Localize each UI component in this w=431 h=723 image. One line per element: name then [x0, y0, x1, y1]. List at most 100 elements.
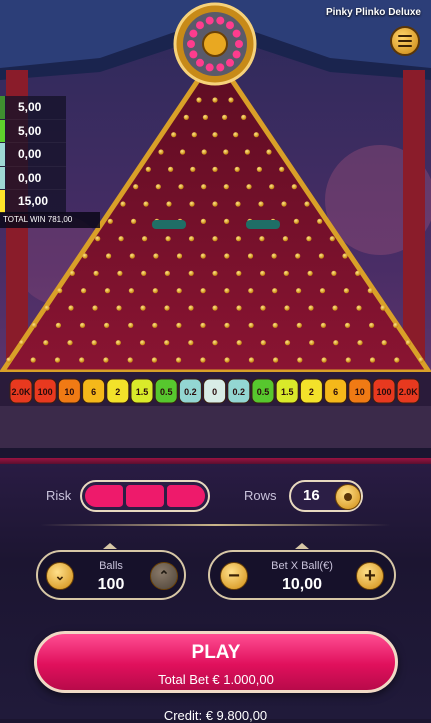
rows-selector[interactable]: 16 — [289, 480, 363, 512]
peg — [223, 184, 229, 190]
play-button[interactable]: PLAY Total Bet € 1.000,00 — [34, 631, 398, 693]
peg — [176, 357, 182, 363]
history-color-bar — [0, 190, 5, 213]
peg — [253, 132, 259, 138]
peg — [224, 218, 230, 224]
peg — [345, 357, 351, 363]
peg — [224, 253, 230, 259]
ball — [235, 40, 243, 48]
peg — [321, 357, 327, 363]
bet-decrease-button[interactable]: − — [220, 562, 248, 590]
peg — [394, 357, 400, 363]
ball — [187, 40, 195, 48]
panel-top-border — [0, 458, 431, 464]
bet-control: Bet X Ball(€) 10,00 − + — [208, 550, 396, 600]
peg — [271, 253, 277, 259]
peg — [141, 270, 147, 276]
peg — [129, 253, 135, 259]
peg — [272, 322, 278, 328]
chevron-down-icon: ⌄ — [54, 568, 66, 583]
peg — [273, 357, 279, 363]
peg — [380, 305, 386, 311]
dispenser-hub — [202, 31, 228, 57]
peg — [158, 149, 164, 155]
peg — [236, 340, 242, 346]
total-win-label: TOTAL WIN — [3, 215, 46, 224]
rows-dial-icon[interactable] — [335, 484, 361, 510]
peg — [67, 340, 73, 346]
peg — [82, 253, 88, 259]
peg — [202, 114, 208, 120]
history-color-bar — [0, 96, 5, 119]
peg — [81, 288, 87, 294]
peg — [176, 253, 183, 259]
peg — [282, 236, 288, 242]
total-bet: Total Bet € 1.000,00 — [158, 672, 274, 687]
peg — [104, 288, 111, 294]
peg — [248, 288, 254, 294]
peg — [291, 184, 297, 190]
peg — [133, 184, 139, 190]
balls-decrease-button[interactable]: ⌄ — [46, 562, 74, 590]
peg — [142, 236, 148, 242]
peg — [296, 322, 302, 328]
peg — [256, 166, 262, 172]
menu-button[interactable] — [390, 26, 420, 56]
peg — [222, 114, 228, 120]
peg — [106, 253, 112, 259]
risk-low-segment[interactable] — [85, 485, 123, 507]
ball — [189, 29, 198, 38]
peg — [30, 357, 36, 363]
risk-high-segment[interactable] — [167, 485, 205, 507]
peg — [55, 322, 62, 328]
multiplier-label: 6 — [91, 387, 96, 397]
risk-selector[interactable] — [80, 480, 210, 512]
peg — [355, 270, 361, 276]
peg — [260, 340, 266, 346]
peg — [152, 322, 158, 328]
history-item: 0,00 — [0, 166, 66, 190]
multiplier-label: 6 — [333, 387, 338, 397]
play-label: PLAY — [191, 642, 241, 663]
bet-increase-button[interactable]: + — [356, 562, 384, 590]
peg — [367, 288, 373, 294]
multiplier-label: 1.5 — [281, 387, 294, 397]
peg — [224, 288, 230, 294]
peg — [120, 201, 126, 207]
peg — [180, 149, 186, 155]
peg — [236, 270, 242, 276]
peg — [244, 149, 250, 155]
peg — [57, 288, 63, 294]
peg — [320, 322, 326, 328]
peg — [127, 357, 133, 363]
risk-medium-segment[interactable] — [126, 485, 164, 507]
peg — [171, 132, 177, 138]
peg — [393, 322, 399, 328]
peg — [212, 201, 218, 207]
ball — [205, 63, 214, 72]
peg — [247, 253, 254, 259]
peg — [236, 305, 242, 311]
peg — [164, 340, 170, 346]
peg — [151, 357, 157, 363]
peg — [139, 340, 146, 346]
peg — [357, 340, 363, 346]
multiplier-label: 1.5 — [136, 387, 149, 397]
peg — [233, 132, 239, 138]
peg — [104, 322, 110, 328]
history-item: 5,00 — [0, 96, 66, 120]
multiplier-label: 10 — [64, 387, 74, 397]
balls-increase-button[interactable]: ⌃ — [150, 562, 178, 590]
peg — [259, 236, 265, 242]
peg — [166, 201, 172, 207]
peg — [284, 305, 290, 311]
bumper — [152, 220, 186, 229]
ball — [216, 63, 225, 72]
ball — [226, 21, 234, 30]
history-item: 5,00 — [0, 119, 66, 143]
peg — [295, 253, 301, 259]
peg — [200, 322, 206, 328]
peg — [343, 288, 349, 294]
peg — [118, 236, 124, 242]
peg — [196, 97, 202, 103]
